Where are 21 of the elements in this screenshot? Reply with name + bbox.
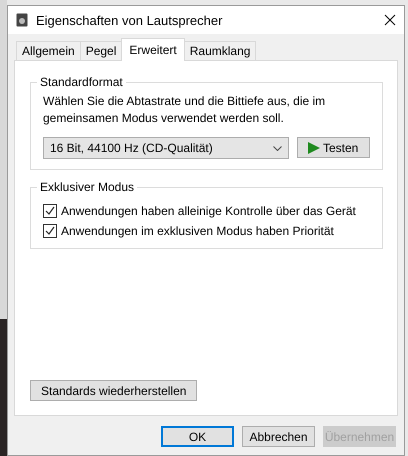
dialog-button[interactable]: OK: [161, 426, 234, 447]
description: Wählen Sie die Abtastrate und die Bittiefe aus, die im gemeinsamen Modus verwendet werden soll.: [43, 93, 326, 127]
group-title: Standardformat: [39, 75, 124, 89]
checkbox[interactable]: [43, 224, 57, 238]
play-icon: [308, 142, 320, 154]
chevron-icon: [273, 146, 282, 150]
checkbox-label: Anwendungen im exklusiven Modus haben Priorität: [61, 224, 334, 238]
test-button[interactable]: Testen: [297, 137, 370, 158]
restore-defaults-button[interactable]: Standards wiederherstellen: [30, 380, 198, 401]
group-title: Exklusiver Modus: [39, 180, 136, 194]
tab[interactable]: Erweitert: [121, 38, 185, 61]
tab[interactable]: Pegel: [80, 41, 122, 60]
window-title: Eigenschaften von Lautsprecher: [36, 12, 224, 28]
checkbox[interactable]: [43, 204, 57, 218]
tab[interactable]: Raumklang: [184, 41, 256, 60]
speaker-icon: [16, 13, 28, 27]
format-dropdown[interactable]: 16 Bit, 44100 Hz (CD-Qualität): [43, 137, 289, 159]
dialog-button[interactable]: Abbrechen: [242, 426, 315, 447]
tab[interactable]: Allgemein: [16, 41, 81, 60]
checkbox-label: Anwendungen haben alleinige Kontrolle über das Gerät: [61, 204, 356, 218]
close-icon[interactable]: [384, 14, 396, 26]
